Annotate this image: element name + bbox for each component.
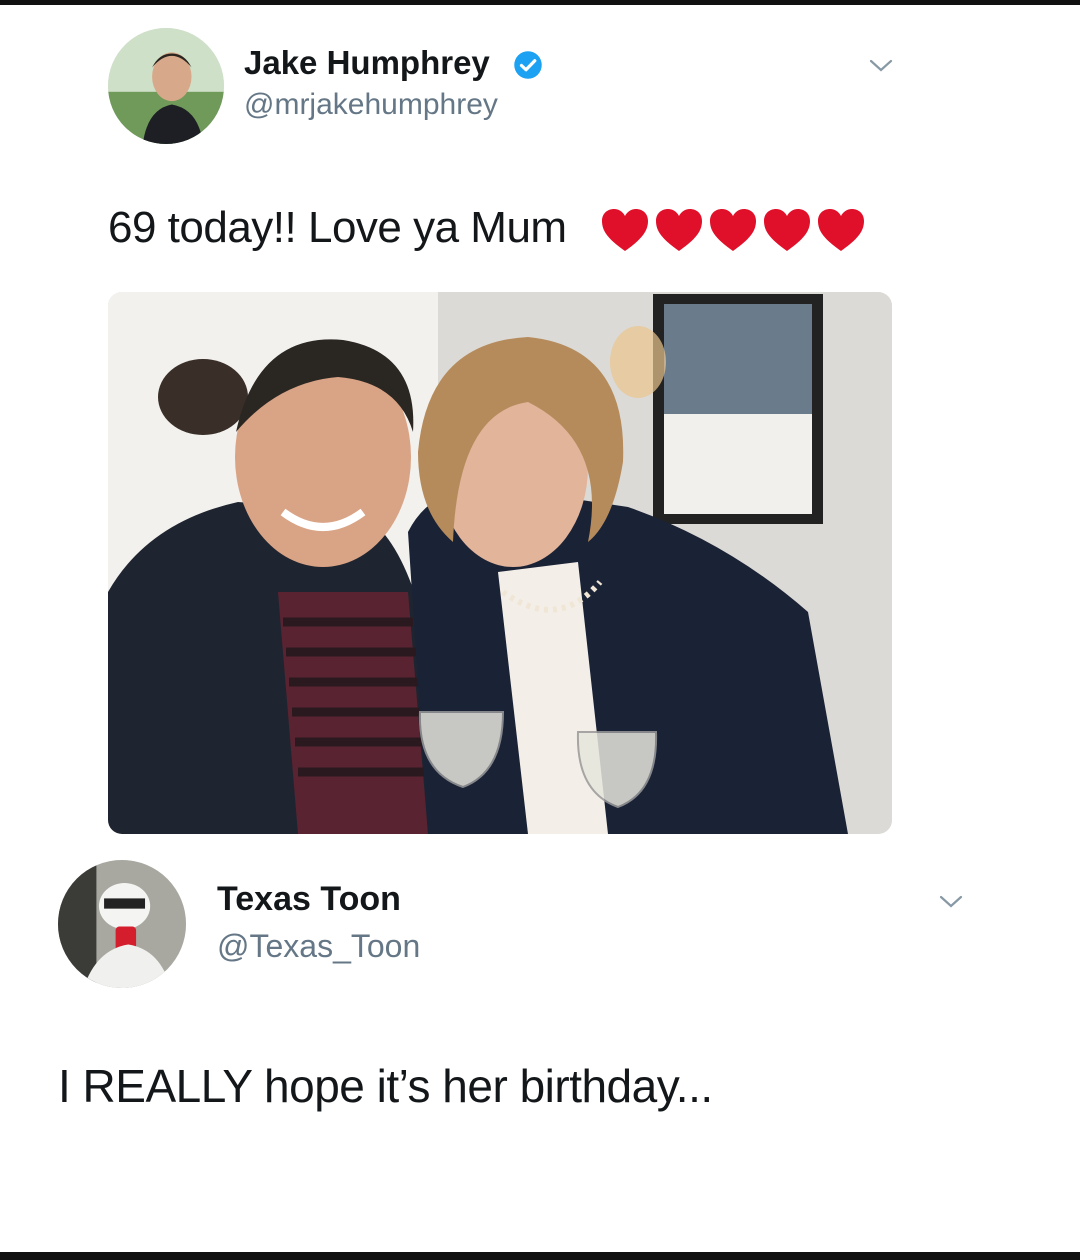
tweet-author-name[interactable]: Jake Humphrey [244,44,490,82]
avatar-photo-icon [58,860,186,988]
tweet-author-handle[interactable]: @mrjakehumphrey [244,88,498,122]
tweet-photo[interactable] [108,292,892,834]
tweet-text-line: 69 today!! Love ya Mum [108,200,870,256]
reply-author-name[interactable]: Texas Toon [217,880,401,919]
red-heart-icon [602,209,649,252]
chevron-down-icon[interactable] [866,56,896,76]
top-border [0,0,1080,5]
bottom-border [0,1252,1080,1260]
avatar-photo-icon [108,28,224,144]
texas-toon-avatar[interactable] [58,860,186,988]
verified-badge-icon [514,51,542,79]
tweet-text: 69 today!! Love ya Mum [108,203,567,252]
chevron-down-icon[interactable] [936,892,966,912]
red-heart-icon [764,209,811,252]
red-heart-icon [818,209,865,252]
reply-author-handle[interactable]: @Texas_Toon [217,928,420,965]
red-heart-icon [656,209,703,252]
red-heart-icon [710,209,757,252]
selfie-photo-illustration [108,292,892,834]
jake-humphrey-avatar[interactable] [108,28,224,144]
reply-text: I REALLY hope it’s her birthday... [58,1060,713,1112]
